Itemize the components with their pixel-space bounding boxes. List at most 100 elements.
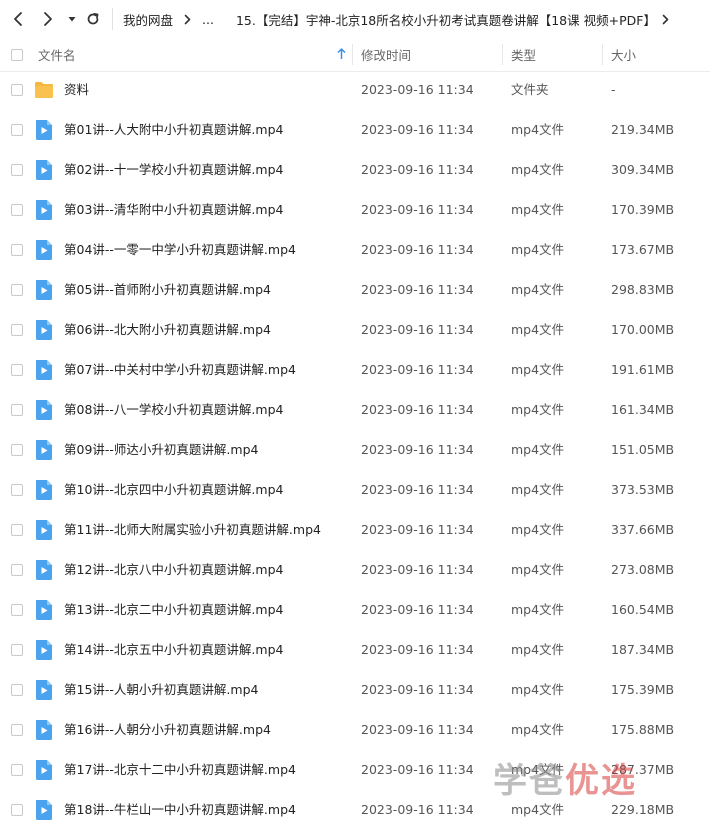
caret-down-icon[interactable] xyxy=(62,9,82,29)
row-checkbox[interactable] xyxy=(11,284,23,296)
file-name[interactable]: 第12讲--北京八中小升初真题讲解.mp4 xyxy=(64,550,283,590)
file-name[interactable]: 第08讲--八一学校小升初真题讲解.mp4 xyxy=(64,390,283,430)
table-row[interactable]: 第05讲--首师附小升初真题讲解.mp4 2023-09-16 11:34 mp4文… xyxy=(0,270,710,310)
table-row[interactable]: 第14讲--北京五中小升初真题讲解.mp4 2023-09-16 11:34 mp4… xyxy=(0,630,710,670)
table-row[interactable]: 第01讲--人大附中小升初真题讲解.mp4 2023-09-16 11:34 mp4… xyxy=(0,110,710,150)
row-checkbox[interactable] xyxy=(11,724,23,736)
refresh-icon[interactable] xyxy=(83,9,103,29)
file-name[interactable]: 第11讲--北师大附属实验小升初真题讲解.mp4 xyxy=(64,510,321,550)
table-row[interactable]: 第18讲--牛栏山一中小升初真题讲解.mp4 2023-09-16 11:34 mp… xyxy=(0,790,710,830)
chevron-left-icon[interactable] xyxy=(8,9,28,29)
row-checkbox[interactable] xyxy=(11,524,23,536)
table-row[interactable]: 第11讲--北师大附属实验小升初真题讲解.mp4 2023-09-16 11:34… xyxy=(0,510,710,550)
file-type: mp4文件 xyxy=(511,122,565,137)
file-name[interactable]: 第05讲--首师附小升初真题讲解.mp4 xyxy=(64,270,271,310)
file-name[interactable]: 第13讲--北京二中小升初真题讲解.mp4 xyxy=(64,590,283,630)
table-header: 文件名 修改时间 类型 大小 xyxy=(0,38,710,72)
file-name[interactable]: 第03讲--清华附中小升初真题讲解.mp4 xyxy=(64,190,283,230)
column-header-type[interactable]: 类型 xyxy=(511,38,536,71)
file-type: mp4文件 xyxy=(511,762,565,777)
video-file-icon xyxy=(34,399,54,421)
table-row[interactable]: 第03讲--清华附中小升初真题讲解.mp4 2023-09-16 11:34 mp4… xyxy=(0,190,710,230)
row-checkbox[interactable] xyxy=(11,364,23,376)
table-row[interactable]: 第10讲--北京四中小升初真题讲解.mp4 2023-09-16 11:34 mp4… xyxy=(0,470,710,510)
row-checkbox[interactable] xyxy=(11,204,23,216)
file-size: 161.34MB xyxy=(611,402,675,417)
file-name[interactable]: 第06讲--北大附小升初真题讲解.mp4 xyxy=(64,310,271,350)
column-header-modified[interactable]: 修改时间 xyxy=(361,38,411,71)
file-name[interactable]: 第01讲--人大附中小升初真题讲解.mp4 xyxy=(64,110,283,150)
row-checkbox[interactable] xyxy=(11,324,23,336)
column-divider[interactable] xyxy=(502,44,503,65)
row-checkbox[interactable] xyxy=(11,484,23,496)
table-row[interactable]: 第17讲--北京十二中小升初真题讲解.mp4 2023-09-16 11:34 mp… xyxy=(0,750,710,790)
file-size: 337.66MB xyxy=(611,522,675,537)
table-row[interactable]: 第15讲--人朝小升初真题讲解.mp4 2023-09-16 11:34 mp4文件… xyxy=(0,670,710,710)
row-checkbox[interactable] xyxy=(11,604,23,616)
row-checkbox[interactable] xyxy=(11,804,23,816)
chevron-right-icon xyxy=(184,14,191,25)
chevron-right-icon[interactable] xyxy=(662,14,669,25)
table-row[interactable]: 第04讲--一零一中学小升初真题讲解.mp4 2023-09-16 11:34 mp… xyxy=(0,230,710,270)
table-row[interactable]: 第12讲--北京八中小升初真题讲解.mp4 2023-09-16 11:34 mp4… xyxy=(0,550,710,590)
file-modified: 2023-09-16 11:34 xyxy=(361,482,474,497)
row-checkbox[interactable] xyxy=(11,244,23,256)
column-header-name[interactable]: 文件名 xyxy=(38,38,76,71)
file-size: 219.34MB xyxy=(611,122,675,137)
file-size: 229.18MB xyxy=(611,802,675,817)
table-row[interactable]: 第09讲--师达小升初真题讲解.mp4 2023-09-16 11:34 mp4文件… xyxy=(0,430,710,470)
table-row[interactable]: 第02讲--十一学校小升初真题讲解.mp4 2023-09-16 11:34 mp4… xyxy=(0,150,710,190)
row-checkbox[interactable] xyxy=(11,404,23,416)
file-name[interactable]: 第16讲--人朝分小升初真题讲解.mp4 xyxy=(64,710,271,750)
row-checkbox[interactable] xyxy=(11,564,23,576)
row-checkbox[interactable] xyxy=(11,124,23,136)
breadcrumb-current[interactable]: 15.【完结】宇神-北京18所名校小升初考试真题卷讲解【18课 视频+PDF】 xyxy=(236,10,656,29)
file-size: 151.05MB xyxy=(611,442,675,457)
file-name[interactable]: 第14讲--北京五中小升初真题讲解.mp4 xyxy=(64,630,283,670)
column-divider[interactable] xyxy=(352,44,353,65)
breadcrumb-ellipsis[interactable]: ... xyxy=(202,12,214,27)
row-checkbox[interactable] xyxy=(11,84,23,96)
file-name[interactable]: 第07讲--中关村中学小升初真题讲解.mp4 xyxy=(64,350,296,390)
column-divider[interactable] xyxy=(602,44,603,65)
file-name[interactable]: 第15讲--人朝小升初真题讲解.mp4 xyxy=(64,670,258,710)
file-name[interactable]: 第09讲--师达小升初真题讲解.mp4 xyxy=(64,430,258,470)
row-checkbox[interactable] xyxy=(11,444,23,456)
file-name[interactable]: 第10讲--北京四中小升初真题讲解.mp4 xyxy=(64,470,283,510)
table-row[interactable]: 资料 2023-09-16 11:34 文件夹 - xyxy=(0,70,710,110)
file-name[interactable]: 第17讲--北京十二中小升初真题讲解.mp4 xyxy=(64,750,296,790)
row-checkbox[interactable] xyxy=(11,764,23,776)
file-type: mp4文件 xyxy=(511,562,565,577)
file-modified: 2023-09-16 11:34 xyxy=(361,202,474,217)
breadcrumb-root[interactable]: 我的网盘 xyxy=(123,10,173,29)
table-row[interactable]: 第07讲--中关村中学小升初真题讲解.mp4 2023-09-16 11:34 mp… xyxy=(0,350,710,390)
file-name[interactable]: 第04讲--一零一中学小升初真题讲解.mp4 xyxy=(64,230,296,270)
video-file-icon xyxy=(34,199,54,221)
file-type: mp4文件 xyxy=(511,362,565,377)
file-name[interactable]: 第02讲--十一学校小升初真题讲解.mp4 xyxy=(64,150,283,190)
table-row[interactable]: 第16讲--人朝分小升初真题讲解.mp4 2023-09-16 11:34 mp4文… xyxy=(0,710,710,750)
file-modified: 2023-09-16 11:34 xyxy=(361,802,474,817)
video-file-icon xyxy=(34,479,54,501)
select-all-checkbox[interactable] xyxy=(11,49,23,61)
file-modified: 2023-09-16 11:34 xyxy=(361,442,474,457)
row-checkbox[interactable] xyxy=(11,684,23,696)
file-name[interactable]: 第18讲--牛栏山一中小升初真题讲解.mp4 xyxy=(64,790,296,830)
column-header-size[interactable]: 大小 xyxy=(611,38,636,71)
toolbar-divider xyxy=(112,8,113,30)
file-size: 160.54MB xyxy=(611,602,675,617)
video-file-icon xyxy=(34,759,54,781)
table-row[interactable]: 第13讲--北京二中小升初真题讲解.mp4 2023-09-16 11:34 mp4… xyxy=(0,590,710,630)
table-row[interactable]: 第06讲--北大附小升初真题讲解.mp4 2023-09-16 11:34 mp4文… xyxy=(0,310,710,350)
table-row[interactable]: 第08讲--八一学校小升初真题讲解.mp4 2023-09-16 11:34 mp4… xyxy=(0,390,710,430)
file-modified: 2023-09-16 11:34 xyxy=(361,162,474,177)
row-checkbox[interactable] xyxy=(11,644,23,656)
sort-ascending-icon[interactable] xyxy=(337,48,346,60)
file-name[interactable]: 资料 xyxy=(64,70,89,110)
chevron-right-icon[interactable] xyxy=(38,9,58,29)
file-type: mp4文件 xyxy=(511,162,565,177)
row-checkbox[interactable] xyxy=(11,164,23,176)
file-size: 298.83MB xyxy=(611,282,675,297)
file-modified: 2023-09-16 11:34 xyxy=(361,682,474,697)
video-file-icon xyxy=(34,159,54,181)
